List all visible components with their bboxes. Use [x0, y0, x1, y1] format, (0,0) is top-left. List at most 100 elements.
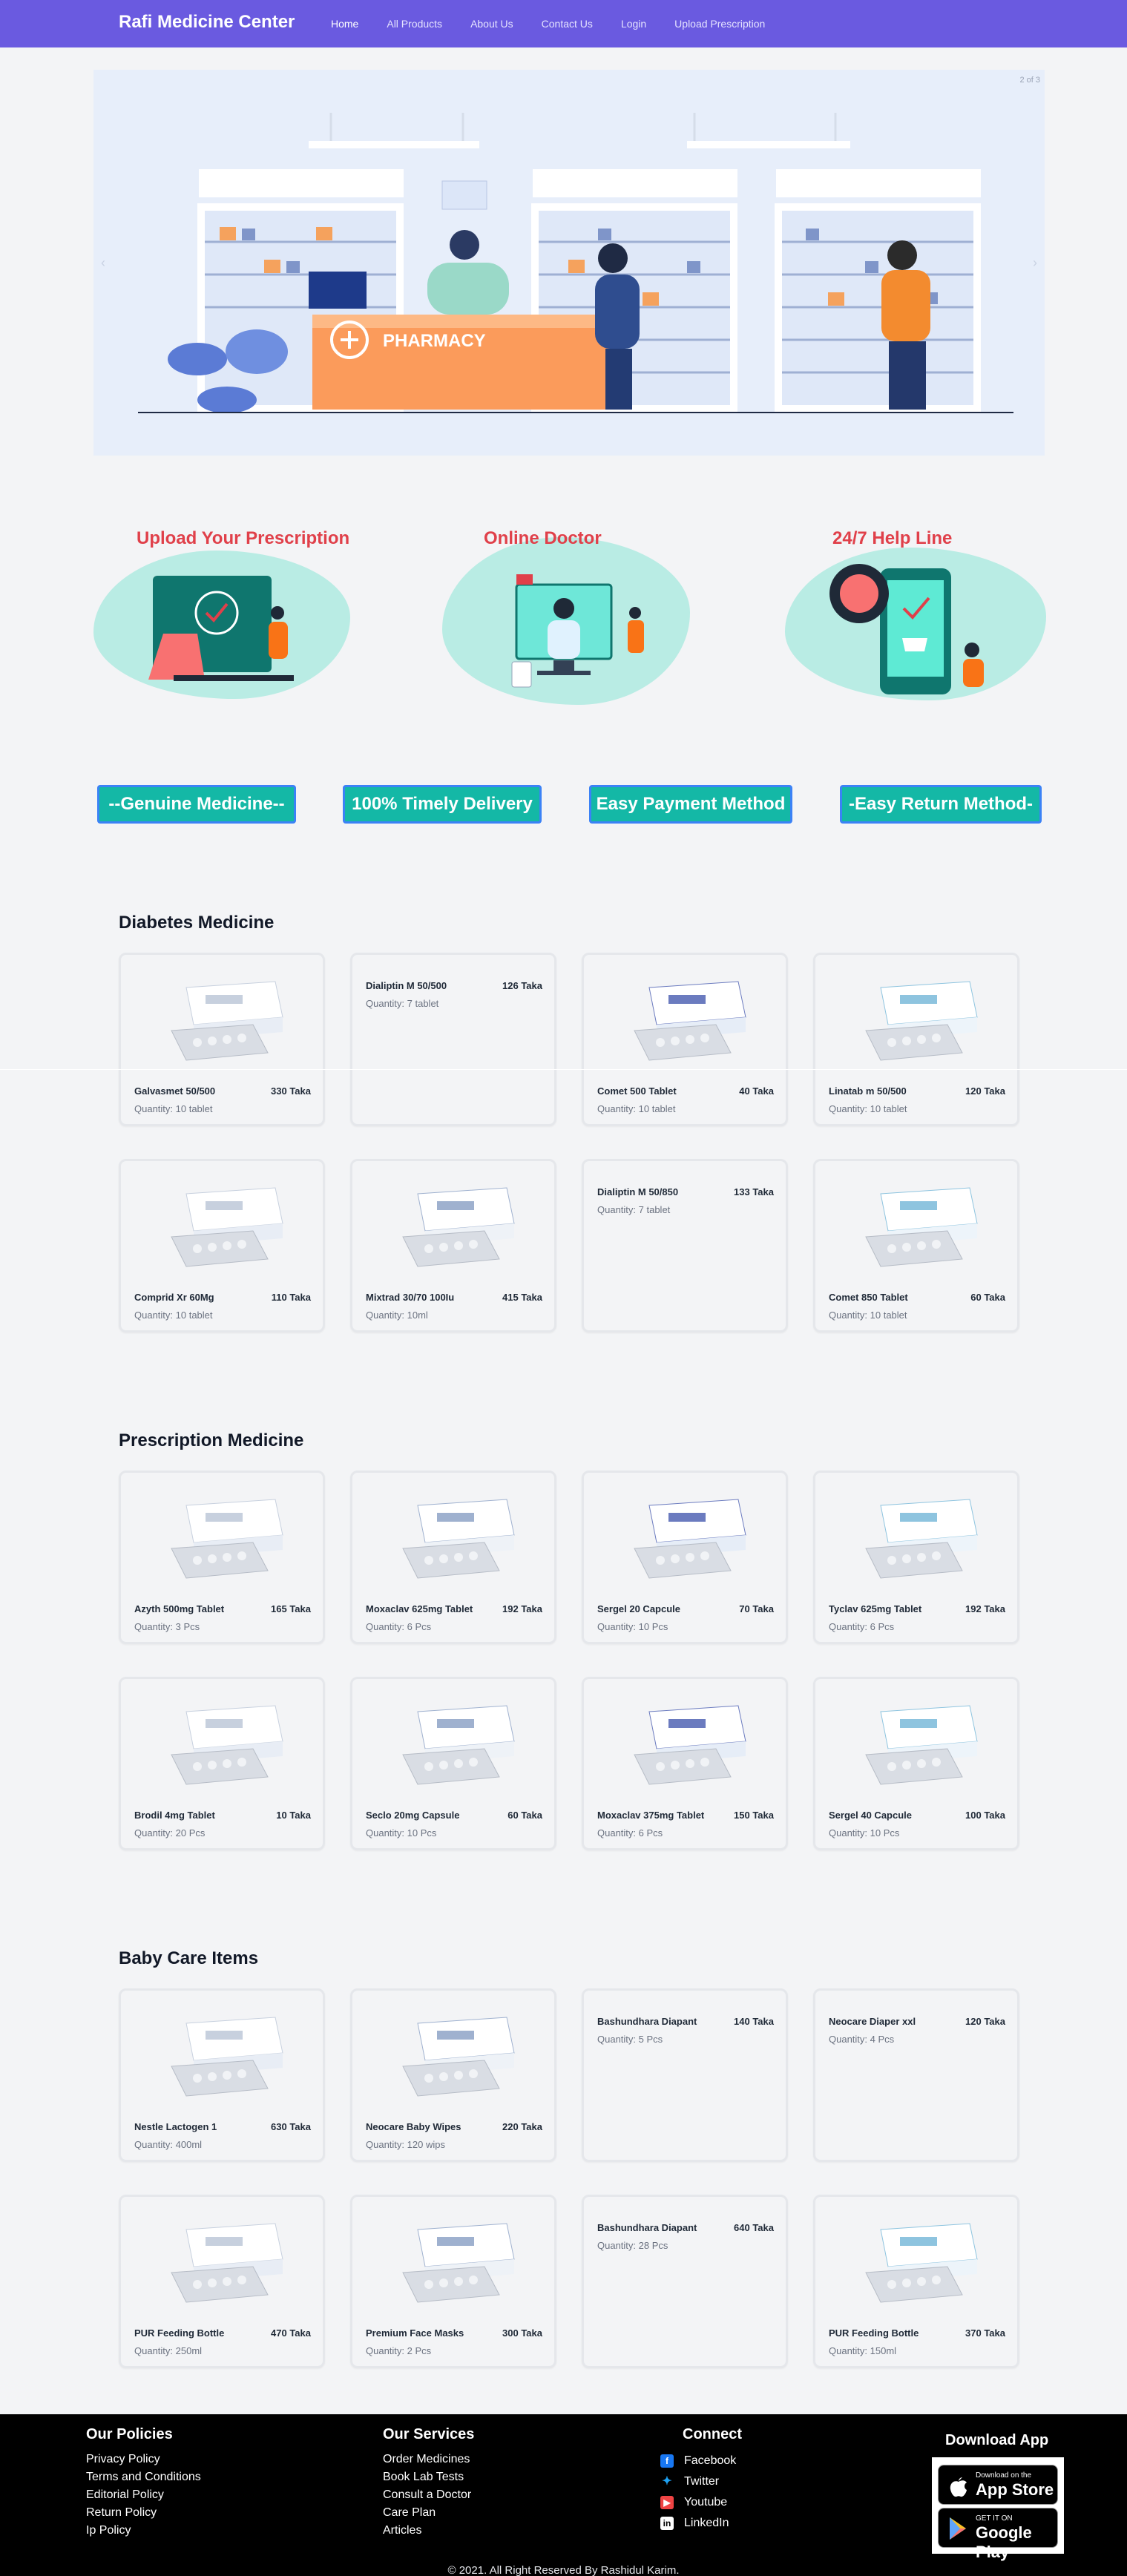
social-twitter[interactable]: ✦ Twitter	[660, 2471, 742, 2492]
product-name: Moxaclav 625mg Tablet	[366, 1603, 473, 1614]
product-price: 330 Taka	[271, 1085, 311, 1097]
app-store-small: Download on the	[976, 2471, 1032, 2480]
social-youtube[interactable]: ▶ Youtube	[660, 2492, 742, 2513]
product-card[interactable]: Bashundhara Diapant 140 Taka Quantity: 5 P…	[582, 1988, 788, 2162]
product-card[interactable]: Sergel 40 Capcule 100 Taka Quantity: 10 Pc…	[813, 1677, 1019, 1850]
top-navbar: Rafi Medicine Center Home All Products A…	[0, 0, 1127, 47]
product-card[interactable]: Moxaclav 625mg Tablet 192 Taka Quantity: 6…	[350, 1471, 556, 1644]
footer-link-consult-doctor[interactable]: Consult a Doctor	[383, 2486, 474, 2504]
product-card[interactable]: Comprid Xr 60Mg 110 Taka Quantity: 10 tabl…	[119, 1159, 325, 1333]
product-quantity: Quantity: 4 Pcs	[829, 2034, 895, 2045]
section-title-prescription: Prescription Medicine	[119, 1430, 304, 1450]
badge-timely-delivery: 100% Timely Delivery	[343, 785, 542, 824]
footer-connect: Connect f Facebook ✦ Twitter ▶ Youtube in Li…	[660, 2426, 742, 2534]
brand-logo[interactable]: Rafi Medicine Center	[119, 12, 295, 33]
product-quantity: Quantity: 10 Pcs	[829, 1827, 900, 1839]
product-card[interactable]: PUR Feeding Bottle 470 Taka Quantity: 250m…	[119, 2195, 325, 2368]
product-card[interactable]: Neocare Baby Wipes 220 Taka Quantity: 120 …	[350, 1988, 556, 2162]
footer-link-care-plan[interactable]: Care Plan	[383, 2504, 474, 2522]
footer-link-articles[interactable]: Articles	[383, 2522, 474, 2540]
social-label: Youtube	[684, 2496, 728, 2508]
app-store-big: App Store	[976, 2480, 1054, 2499]
product-card[interactable]: Bashundhara Diapant 640 Taka Quantity: 28 …	[582, 2195, 788, 2368]
hero-carousel[interactable]: 2 of 3 ‹ › PHARMACY	[93, 70, 1045, 456]
product-name: Bashundhara Diapant	[597, 2222, 697, 2233]
product-price: 126 Taka	[502, 980, 542, 991]
nav-contact-us[interactable]: Contact Us	[542, 18, 593, 30]
product-price: 415 Taka	[502, 1292, 542, 1303]
nav-upload-prescription[interactable]: Upload Prescription	[674, 18, 765, 30]
product-quantity: Quantity: 400ml	[134, 2139, 203, 2150]
product-card[interactable]: Moxaclav 375mg Tablet 150 Taka Quantity: 6…	[582, 1677, 788, 1850]
product-image	[597, 1483, 775, 1587]
social-linkedin[interactable]: in LinkedIn	[660, 2513, 742, 2534]
product-image	[134, 1483, 312, 1587]
nav-about-us[interactable]: About Us	[470, 18, 513, 30]
product-card[interactable]: Linatab m 50/500 120 Taka Quantity: 10 tab…	[813, 953, 1019, 1126]
app-store-button[interactable]: Download on the App Store	[938, 2465, 1058, 2505]
product-price: 40 Taka	[739, 1085, 774, 1097]
product-quantity: Quantity: 6 Pcs	[829, 1621, 895, 1632]
service-help-line[interactable]: 24/7 Help Line	[785, 527, 1048, 705]
online-doctor-illustration	[511, 574, 644, 688]
product-card[interactable]: Neocare Diaper xxl 120 Taka Quantity: 4 Pc…	[813, 1988, 1019, 2162]
product-image	[134, 2207, 312, 2311]
service-upload-prescription[interactable]: Upload Your Prescription	[93, 527, 353, 705]
footer-policies: Our Policies Privacy Policy Terms and Co…	[86, 2426, 201, 2540]
footer-services-title: Our Services	[383, 2426, 475, 2442]
product-image	[597, 965, 775, 1069]
pharmacy-illustration: PHARMACY	[138, 113, 1013, 413]
play-store-big: Google Play	[976, 2523, 1032, 2561]
product-card[interactable]: Comet 500 Tablet 40 Taka Quantity: 10 tabl…	[582, 953, 788, 1126]
footer-link-return-policy[interactable]: Return Policy	[86, 2504, 201, 2522]
product-card[interactable]: PUR Feeding Bottle 370 Taka Quantity: 150m…	[813, 2195, 1019, 2368]
divider	[0, 1069, 1127, 1070]
product-card[interactable]: Dialiptin M 50/500 126 Taka Quantity: 7 ta…	[350, 953, 556, 1126]
product-name: PUR Feeding Bottle	[134, 2327, 225, 2339]
product-card[interactable]: Sergel 20 Capcule 70 Taka Quantity: 10 Pcs	[582, 1471, 788, 1644]
product-card[interactable]: Premium Face Masks 300 Taka Quantity: 2 Pc…	[350, 2195, 556, 2368]
footer-link-book-lab-tests[interactable]: Book Lab Tests	[383, 2468, 474, 2486]
product-price: 630 Taka	[271, 2121, 311, 2132]
product-image	[829, 1172, 1007, 1275]
footer-link-editorial-policy[interactable]: Editorial Policy	[86, 2486, 201, 2504]
nav-all-products[interactable]: All Products	[387, 18, 442, 30]
product-card[interactable]: Brodil 4mg Tablet 10 Taka Quantity: 20 Pcs	[119, 1677, 325, 1850]
product-quantity: Quantity: 10 tablet	[134, 1310, 213, 1321]
product-card[interactable]: Mixtrad 30/70 100Iu 415 Taka Quantity: 10m…	[350, 1159, 556, 1333]
product-image	[134, 1689, 312, 1793]
product-quantity: Quantity: 10 tablet	[597, 1103, 676, 1114]
product-price: 100 Taka	[965, 1810, 1005, 1821]
product-price: 220 Taka	[502, 2121, 542, 2132]
product-image	[829, 1689, 1007, 1793]
product-quantity: Quantity: 2 Pcs	[366, 2345, 432, 2356]
product-card[interactable]: Galvasmet 50/500 330 Taka Quantity: 10 tab…	[119, 953, 325, 1126]
product-card[interactable]: Tyclav 625mg Tablet 192 Taka Quantity: 6 P…	[813, 1471, 1019, 1644]
service-online-doctor[interactable]: Online Doctor	[442, 527, 694, 705]
product-card[interactable]: Comet 850 Tablet 60 Taka Quantity: 10 tabl…	[813, 1159, 1019, 1333]
product-name: Neocare Baby Wipes	[366, 2121, 461, 2132]
social-label: LinkedIn	[684, 2517, 729, 2529]
google-play-button[interactable]: GET IT ON Google Play	[938, 2508, 1058, 2561]
nav-login[interactable]: Login	[621, 18, 646, 30]
product-price: 300 Taka	[502, 2327, 542, 2339]
social-label: Facebook	[684, 2454, 737, 2467]
product-name: Nestle Lactogen 1	[134, 2121, 217, 2132]
product-name: Dialiptin M 50/850	[597, 1186, 679, 1197]
product-card[interactable]: Seclo 20mg Capsule 60 Taka Quantity: 10 Pc…	[350, 1677, 556, 1850]
app-download-box: Download on the App Store GET IT ON Goog…	[932, 2457, 1064, 2561]
product-price: 150 Taka	[734, 1810, 774, 1821]
social-facebook[interactable]: f Facebook	[660, 2451, 742, 2471]
product-name: Bashundhara Diapant	[597, 2016, 697, 2027]
footer-link-terms[interactable]: Terms and Conditions	[86, 2468, 201, 2486]
section-title-baby-care: Baby Care Items	[119, 1948, 259, 1968]
product-card[interactable]: Azyth 500mg Tablet 165 Taka Quantity: 3 Pc…	[119, 1471, 325, 1644]
product-name: Azyth 500mg Tablet	[134, 1603, 225, 1614]
product-card[interactable]: Dialiptin M 50/850 133 Taka Quantity: 7 ta…	[582, 1159, 788, 1333]
footer-link-privacy-policy[interactable]: Privacy Policy	[86, 2451, 201, 2468]
product-card[interactable]: Nestle Lactogen 1 630 Taka Quantity: 400ml	[119, 1988, 325, 2162]
nav-home[interactable]: Home	[331, 18, 358, 30]
footer-link-order-medicines[interactable]: Order Medicines	[383, 2451, 474, 2468]
footer-link-ip-policy[interactable]: Ip Policy	[86, 2522, 201, 2540]
product-price: 165 Taka	[271, 1603, 311, 1614]
